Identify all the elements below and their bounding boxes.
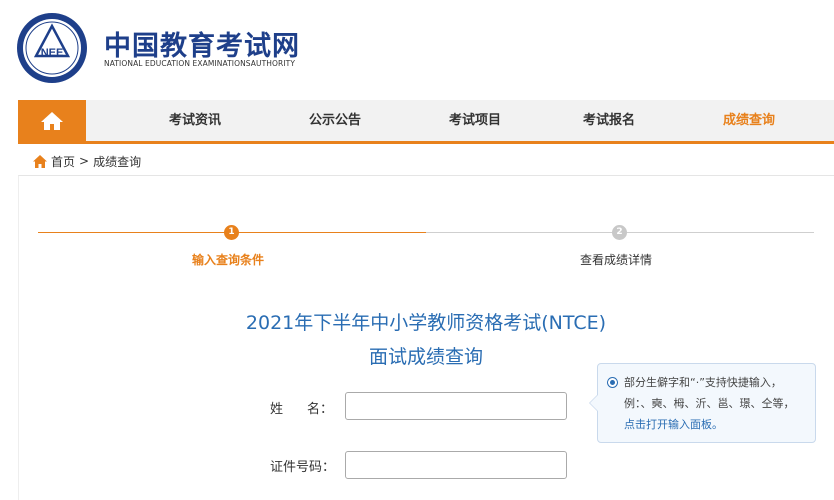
site-subtitle: NATIONAL EDUCATION EXAMINATIONSAUTHORITY <box>104 59 296 68</box>
home-icon <box>33 154 47 168</box>
nav-item-exam-projects[interactable]: 考试项目 <box>430 100 520 141</box>
page-title: 2021年下半年中小学教师资格考试(NTCE) <box>245 312 607 334</box>
id-number-label: 证件号码： <box>270 460 336 475</box>
breadcrumb-home-link[interactable]: 首页 <box>51 153 75 170</box>
breadcrumb-separator: > <box>79 154 90 168</box>
step-2-label: 查看成绩详情 <box>580 253 653 267</box>
home-icon <box>41 111 63 130</box>
main-nav: 考试资讯 公示公告 考试项目 考试报名 成绩查询 <box>18 100 834 144</box>
nav-item-announcements[interactable]: 公示公告 <box>290 100 380 141</box>
open-input-panel-link[interactable]: 点击打开输入面板。 <box>624 418 723 431</box>
breadcrumb: 首页 > 成绩查询 <box>33 151 141 171</box>
id-number-input[interactable] <box>345 451 567 479</box>
info-bullet-icon <box>607 377 618 388</box>
site-title[interactable]: 中国教育考试网 <box>104 24 300 63</box>
nav-item-exam-news[interactable]: 考试资讯 <box>150 100 240 141</box>
nee-logo[interactable]: NEE <box>16 12 88 84</box>
step-1-label: 输入查询条件 <box>192 253 265 267</box>
tooltip-arrow <box>589 394 598 412</box>
name-label: 姓 名： <box>270 398 333 417</box>
nav-home-button[interactable] <box>18 100 86 141</box>
site-header: NEE 中国教育考试网 NATIONAL EDUCATION EXAMINATI… <box>0 0 834 98</box>
nav-item-score-query[interactable]: 成绩查询 <box>704 100 794 141</box>
step-2-marker: 2 <box>612 225 627 240</box>
name-input[interactable] <box>345 392 567 420</box>
tooltip-text: 部分生僻字和“·”支持快捷输入，例：、奭、栂、沂、邕、璟、仝等， <box>624 376 795 410</box>
breadcrumb-current: 成绩查询 <box>93 154 142 169</box>
logo-text: NEE <box>41 47 64 59</box>
name-label-part1: 姓 <box>270 402 284 417</box>
name-label-part2: 名： <box>307 402 334 417</box>
nav-item-registration[interactable]: 考试报名 <box>564 100 654 141</box>
page: NEE 中国教育考试网 NATIONAL EDUCATION EXAMINATI… <box>0 0 834 500</box>
input-hint-tooltip: 部分生僻字和“·”支持快捷输入，例：、奭、栂、沂、邕、璟、仝等， 点击打开输入面板… <box>589 363 816 443</box>
step-1-marker: 1 <box>224 225 239 240</box>
